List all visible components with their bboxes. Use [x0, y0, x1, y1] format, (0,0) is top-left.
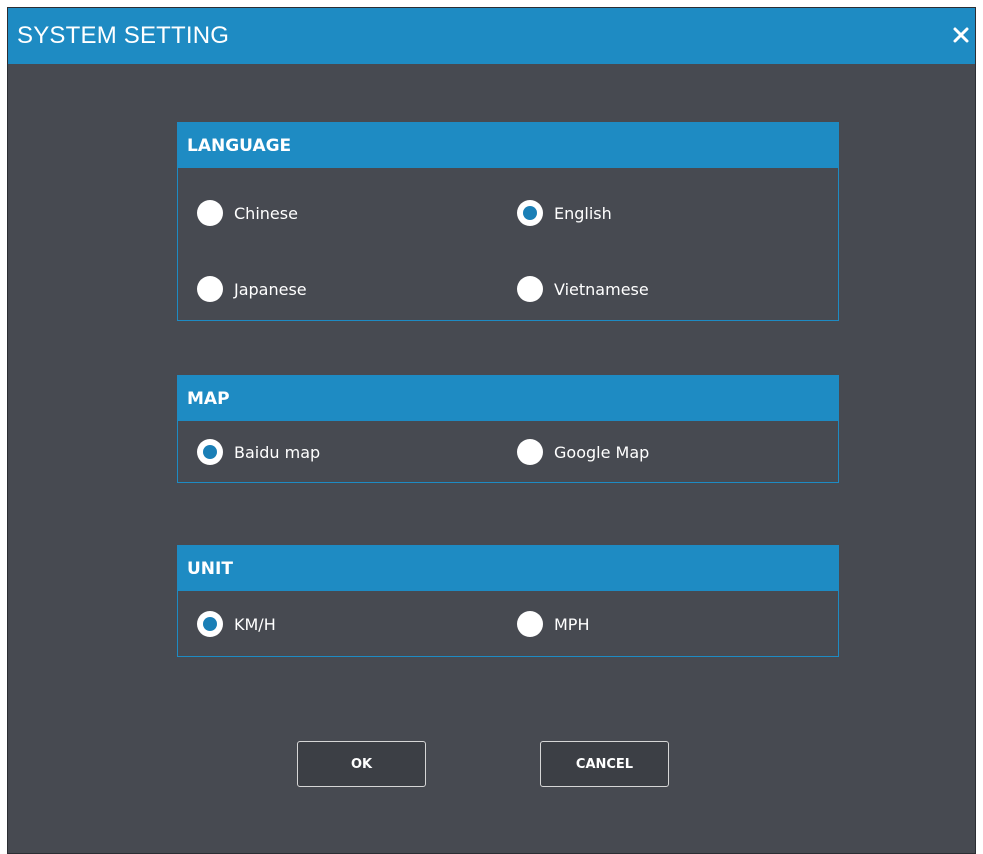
radio-language-vietnamese[interactable]: Vietnamese	[517, 276, 649, 302]
radio-circle[interactable]	[517, 200, 543, 226]
radio-label: English	[554, 203, 612, 223]
radio-language-chinese[interactable]: Chinese	[197, 200, 298, 226]
map-header: MAP	[178, 376, 838, 421]
cancel-button[interactable]: CANCEL	[540, 741, 669, 787]
radio-label: KM/H	[234, 614, 276, 634]
radio-label: Google Map	[554, 442, 650, 462]
radio-circle[interactable]	[517, 611, 543, 637]
radio-circle[interactable]	[197, 200, 223, 226]
radio-label: Chinese	[234, 203, 298, 223]
radio-language-japanese[interactable]: Japanese	[197, 276, 307, 302]
dialog-title: SYSTEM SETTING	[17, 22, 230, 49]
close-icon[interactable]	[949, 23, 973, 47]
system-setting-dialog: SYSTEM SETTING LANGUAGE Chinese English …	[7, 7, 976, 854]
radio-circle[interactable]	[197, 611, 223, 637]
radio-label: Japanese	[234, 279, 307, 299]
radio-label: Vietnamese	[554, 279, 649, 299]
radio-label: Baidu map	[234, 442, 321, 462]
ok-button[interactable]: OK	[297, 741, 426, 787]
radio-language-english[interactable]: English	[517, 200, 612, 226]
radio-circle[interactable]	[517, 276, 543, 302]
language-group: LANGUAGE Chinese English Japanese Vietna…	[177, 122, 839, 321]
radio-circle[interactable]	[517, 439, 543, 465]
map-group: MAP Baidu map Google Map	[177, 375, 839, 483]
radio-circle[interactable]	[197, 439, 223, 465]
unit-group: UNIT KM/H MPH	[177, 545, 839, 657]
radio-unit-kmh[interactable]: KM/H	[197, 611, 276, 637]
radio-map-baidu[interactable]: Baidu map	[197, 439, 320, 465]
radio-unit-mph[interactable]: MPH	[517, 611, 589, 637]
unit-header: UNIT	[178, 546, 838, 591]
radio-label: MPH	[554, 614, 590, 634]
language-header: LANGUAGE	[178, 123, 838, 168]
radio-map-google[interactable]: Google Map	[517, 439, 649, 465]
title-bar: SYSTEM SETTING	[8, 8, 975, 64]
radio-circle[interactable]	[197, 276, 223, 302]
